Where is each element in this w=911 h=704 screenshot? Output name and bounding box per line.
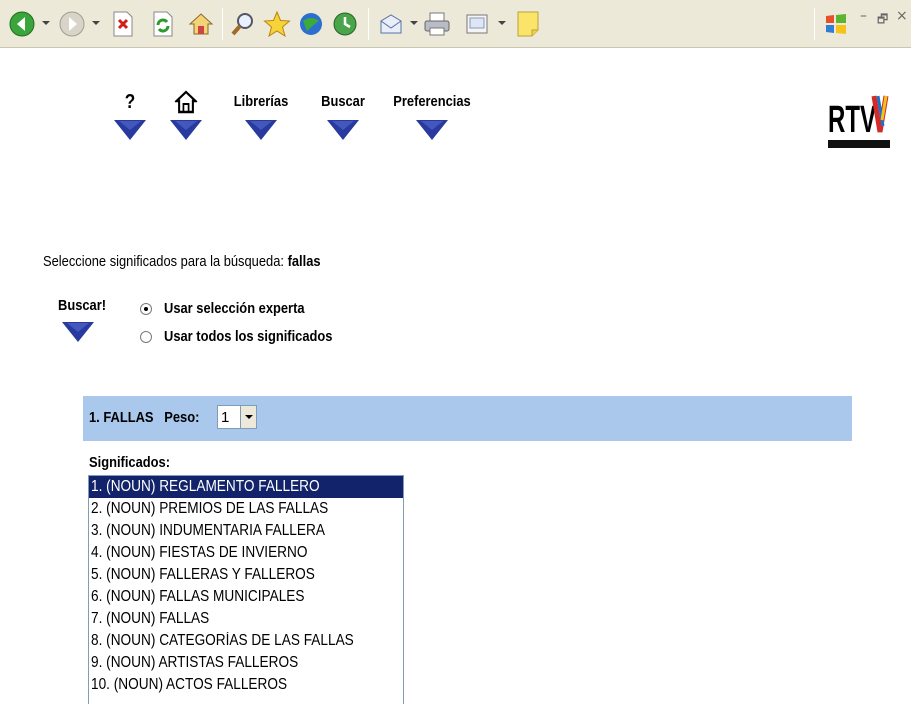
radio-all-label: Usar todos los significados [164,328,333,345]
listbox-option-label: 5. (NOUN) FALLERAS Y FALLEROS [91,566,315,583]
toolbar-separator [814,8,815,40]
result-header: 1. FALLAS Peso: 1 [83,396,852,441]
radio-expert-input[interactable] [140,302,152,315]
radio-all-meanings[interactable]: Usar todos los significados [140,328,360,345]
listbox-option-label: 8. (NOUN) CATEGORÍAS DE LAS FALLAS [91,632,354,649]
restore-button[interactable]: 🗗 [877,10,888,31]
back-icon[interactable] [6,8,38,40]
listbox-option[interactable]: 10. (NOUN) ACTOS FALLEROS [89,674,403,696]
listbox-option[interactable]: 2. (NOUN) PREMIOS DE LAS FALLAS [89,498,403,520]
nav-arrow-icon [114,120,146,140]
media-icon[interactable] [296,8,326,40]
forward-dropdown-icon[interactable] [92,21,100,25]
favorites-icon[interactable] [262,8,292,40]
listbox-option-label: 2. (NOUN) PREMIOS DE LAS FALLAS [91,500,329,517]
peso-value: 1 [221,408,230,426]
rtvv-logo: RTV [826,90,892,154]
note-icon[interactable] [512,8,544,40]
listbox-option[interactable]: 6. (NOUN) FALLAS MUNICIPALES [89,586,403,608]
stop-icon[interactable] [108,8,138,40]
result-title-text: 1. FALLAS [89,409,154,426]
listbox-option-label: 3. (NOUN) INDUMENTARIA FALLERA [91,522,325,539]
nav-buscar[interactable]: Buscar [312,90,374,140]
nav-home[interactable] [166,90,206,140]
preferencias-label: Preferencias [393,93,471,110]
chevron-down-icon[interactable] [240,406,256,428]
home-icon [169,90,203,114]
listbox-option-label: 4. (NOUN) FIESTAS DE INVIERNO [91,544,308,561]
windows-logo-icon [820,8,852,40]
toolbar-separator [368,8,369,40]
search-prompt: Seleccione significados para la búsqueda… [43,253,366,270]
mail-icon[interactable] [376,8,406,40]
peso-label: Peso: [164,409,200,426]
mail-dropdown-icon[interactable] [410,21,418,25]
minimize-button[interactable]: – [860,8,867,24]
listbox-option-label: 6. (NOUN) FALLAS MUNICIPALES [91,588,305,605]
search-term: fallas [287,253,321,270]
close-button[interactable]: × [896,8,908,24]
listbox-option[interactable]: 9. (NOUN) ARTISTAS FALLEROS [89,652,403,674]
listbox-option[interactable]: 1. (NOUN) REGLAMENTO FALLERO [89,476,403,498]
nav-arrow-icon [327,120,359,140]
listbox-option[interactable]: 4. (NOUN) FIESTAS DE INVIERNO [89,542,403,564]
nav-arrow-icon [170,120,202,140]
buscar-label: Buscar [321,93,365,110]
browser-toolbar: – 🗗 × [0,0,911,48]
refresh-icon[interactable] [148,8,178,40]
listbox-option[interactable]: 3. (NOUN) INDUMENTARIA FALLERA [89,520,403,542]
toolbar-separator [222,8,223,40]
radio-expert-selection[interactable]: Usar selección experta [140,300,327,317]
buscar-submit-button[interactable]: Buscar! [58,297,108,342]
listbox-option-label: 9. (NOUN) ARTISTAS FALLEROS [91,654,299,671]
radio-all-input[interactable] [140,330,152,343]
nav-arrow-icon [245,120,277,140]
significados-label: Significados: [89,454,183,471]
significados-listbox[interactable]: 1. (NOUN) REGLAMENTO FALLERO 2. (NOUN) PR… [88,475,404,704]
librerias-label: Librerías [233,93,289,110]
listbox-option-label: 10. (NOUN) ACTOS FALLEROS [91,676,288,693]
back-dropdown-icon[interactable] [42,21,50,25]
peso-select[interactable]: 1 [217,405,257,429]
submit-arrow-icon [62,322,94,342]
nav-librerias[interactable]: Librerías [222,90,300,140]
print-icon[interactable] [422,8,452,40]
history-icon[interactable] [330,8,360,40]
nav-help[interactable]: ? [112,90,148,140]
prompt-text: Seleccione significados para la búsqueda… [43,253,284,270]
help-label: ? [124,91,136,113]
listbox-option[interactable]: 8. (NOUN) CATEGORÍAS DE LAS FALLAS [89,630,403,652]
radio-expert-label: Usar selección experta [164,300,305,317]
result-title: 1. FALLAS Peso: [89,409,199,426]
buscar-submit-label: Buscar! [58,297,107,314]
edit-dropdown-icon[interactable] [498,21,506,25]
significados-label-text: Significados: [89,454,171,471]
nav-preferencias[interactable]: Preferencias [380,90,484,140]
listbox-option[interactable]: 7. (NOUN) FALLAS [89,608,403,630]
listbox-option[interactable]: 5. (NOUN) FALLERAS Y FALLEROS [89,564,403,586]
nav-arrow-icon [416,120,448,140]
listbox-option-label: 7. (NOUN) FALLAS [91,610,210,627]
home-icon[interactable] [186,8,216,40]
search-icon[interactable] [228,8,258,40]
forward-icon[interactable] [56,8,88,40]
listbox-option-label: 1. (NOUN) REGLAMENTO FALLERO [91,478,320,495]
svg-text:RTV: RTV [828,99,876,141]
edit-icon[interactable] [462,8,492,40]
